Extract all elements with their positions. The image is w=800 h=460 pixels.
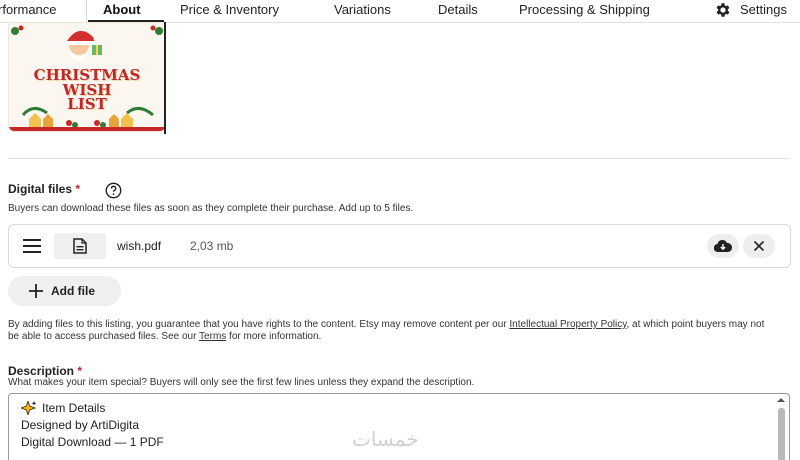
digital-files-heading: Digital files *	[8, 182, 80, 196]
listing-thumbnail[interactable]: CHRISTMAS WISH LIST	[8, 22, 166, 132]
listing-editor: rformance About Price & Inventory Variat…	[0, 0, 800, 460]
description-line-2: Designed by ArtiDigita	[21, 418, 140, 432]
terms-text-1: By adding files to this listing, you gua…	[8, 319, 510, 330]
file-size: 2,03 mb	[190, 239, 234, 253]
tab-divider	[86, 0, 87, 22]
terms-text-3: for more information.	[226, 331, 322, 342]
tab-processing-shipping[interactable]: Processing & Shipping	[519, 2, 650, 17]
thumbnail-edge	[164, 22, 166, 134]
close-icon	[753, 240, 765, 252]
add-file-button[interactable]: Add file	[8, 276, 121, 306]
tab-bar: rformance About Price & Inventory Variat…	[0, 0, 800, 23]
document-icon	[73, 238, 87, 254]
tab-variations[interactable]: Variations	[334, 2, 391, 17]
tab-settings[interactable]: Settings	[740, 2, 787, 17]
thumbnail-title-line3: LIST	[67, 95, 107, 113]
drag-handle-icon[interactable]	[23, 239, 41, 253]
digital-files-help: Buyers can download these files as soon …	[8, 203, 414, 214]
file-type-box	[54, 233, 106, 259]
ip-policy-link[interactable]: Intellectual Property Policy	[509, 319, 626, 330]
description-label: Description	[8, 364, 75, 378]
file-row: wish.pdf 2,03 mb	[8, 224, 791, 268]
description-heading: Description *	[8, 364, 82, 378]
scroll-thumb[interactable]	[778, 408, 785, 460]
tab-performance[interactable]: rformance	[0, 2, 57, 17]
scroll-up-arrow-icon[interactable]	[775, 396, 787, 404]
download-button[interactable]	[707, 234, 739, 258]
remove-file-button[interactable]	[743, 234, 775, 258]
plus-icon	[29, 284, 43, 298]
add-file-label: Add file	[51, 284, 95, 298]
files-terms-notice: By adding files to this listing, you gua…	[8, 319, 768, 343]
required-marker: *	[77, 364, 83, 378]
watermark: خمسات	[352, 427, 419, 451]
gear-icon[interactable]	[714, 1, 732, 19]
tab-about[interactable]: About	[103, 2, 141, 17]
file-name: wish.pdf	[117, 239, 162, 253]
tab-price-inventory[interactable]: Price & Inventory	[180, 2, 279, 17]
section-divider	[8, 158, 790, 159]
description-line-3: Digital Download — 1 PDF	[21, 435, 164, 449]
description-help: What makes your item special? Buyers wil…	[8, 377, 475, 388]
description-line-1: Item Details	[42, 401, 106, 415]
tab-details[interactable]: Details	[438, 2, 478, 17]
digital-files-label: Digital files	[8, 182, 73, 196]
sparkle-icon	[21, 401, 37, 415]
description-scrollbar[interactable]	[775, 394, 787, 460]
required-marker: *	[75, 182, 81, 196]
cloud-download-icon	[714, 239, 732, 253]
terms-link[interactable]: Terms	[199, 331, 226, 342]
help-icon[interactable]	[105, 182, 122, 199]
